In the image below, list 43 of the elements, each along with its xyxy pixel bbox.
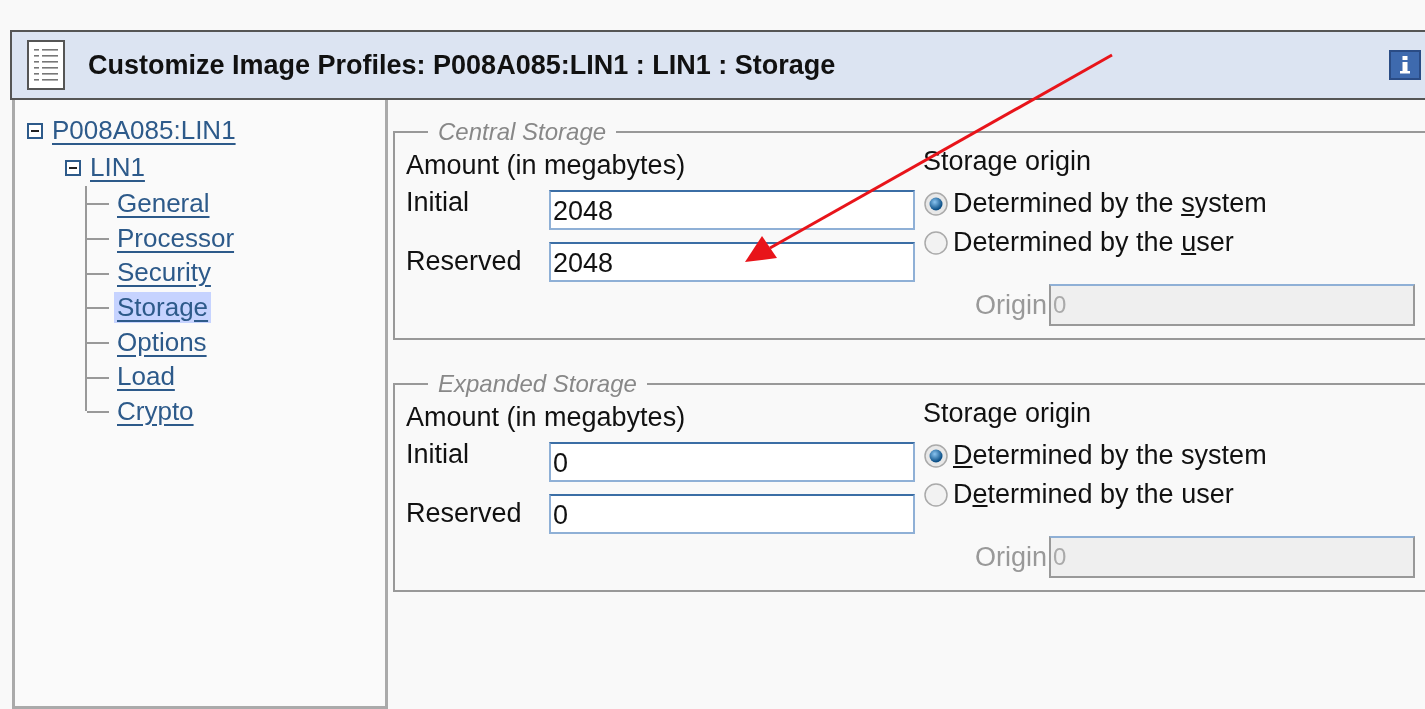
collapse-icon[interactable] [65,159,81,176]
window-title: Customize Image Profiles: P008A085:LIN1 : LIN1 : Storage [88,49,837,81]
tree-item[interactable]: Options [114,326,210,358]
list-document-icon [26,39,66,91]
radio-label[interactable]: Determined by the user [953,479,1234,510]
origin-label: Origin [975,541,1048,573]
tree-connector [85,255,111,291]
tree-item[interactable]: Processor [114,222,238,254]
field-label: Reserved [406,498,523,529]
tree-item[interactable]: Storage [114,291,212,323]
radio-label[interactable]: Determined by the system [953,440,1267,471]
amount-label: Amount (in megabytes) [406,149,687,181]
field-label: Reserved [406,246,523,277]
radio-button[interactable] [923,481,949,508]
amount-label: Amount (in megabytes) [406,401,687,433]
origin-label: Origin [975,289,1048,321]
field-label: Initial [406,439,471,470]
info-icon[interactable] [1389,50,1421,80]
collapse-icon[interactable] [27,122,43,139]
amount-input[interactable]: 2048 [549,190,915,230]
origin-heading: Storage origin [923,146,1092,178]
amount-input[interactable]: 0 [549,442,915,482]
tree-item[interactable]: Load [114,361,178,393]
radio-button[interactable] [923,229,949,256]
tree-item[interactable]: P008A085:LIN1 [49,115,239,146]
radio-label[interactable]: Determined by the user [953,227,1234,258]
group-title: Central Storage [437,118,608,146]
tree-item[interactable]: LIN1 [87,152,148,183]
tree-connector [85,324,111,360]
radio-button[interactable] [923,442,949,469]
tree-connector [85,186,111,221]
tree-item[interactable]: Security [114,257,214,289]
group-title: Expanded Storage [437,370,638,398]
radio-button[interactable] [923,190,949,217]
field-label: Initial [406,187,471,218]
tree-item[interactable]: Crypto [114,395,197,427]
tree-connector [85,290,111,325]
tree-item[interactable]: General [114,187,213,219]
amount-input[interactable]: 2048 [549,242,915,282]
amount-input[interactable]: 0 [549,494,915,534]
tree-connector [85,220,111,256]
radio-label[interactable]: Determined by the system [953,188,1267,219]
origin-heading: Storage origin [923,398,1092,430]
